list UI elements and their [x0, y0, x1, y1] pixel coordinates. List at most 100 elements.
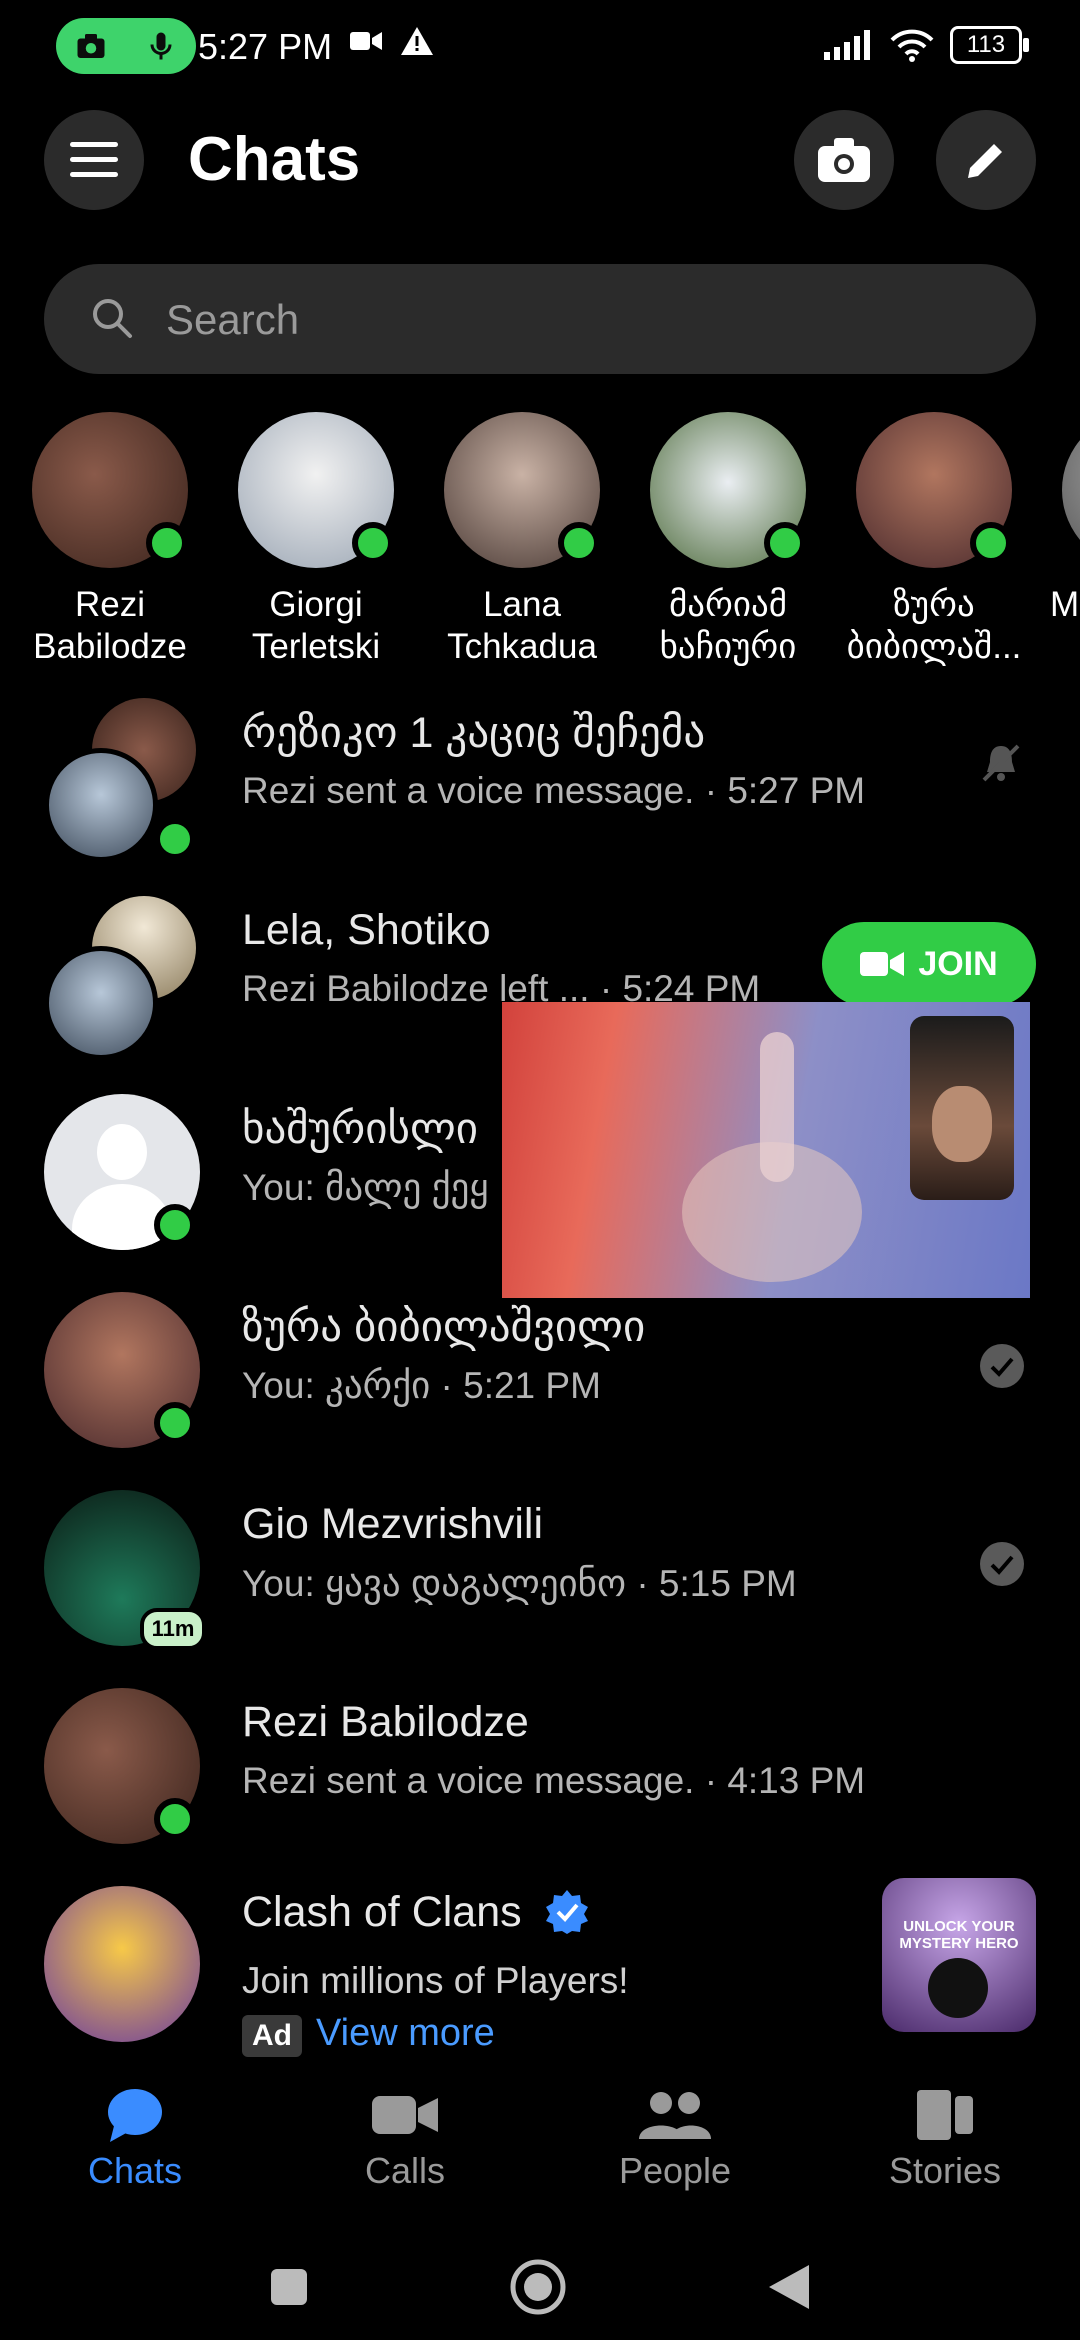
tab-calls[interactable]: Calls — [270, 2070, 540, 2210]
tab-people[interactable]: People — [540, 2070, 810, 2210]
chat-preview: You: კარქი · 5:21 PM — [242, 1365, 601, 1406]
verified-icon — [545, 1890, 588, 1934]
online-indicator — [558, 522, 600, 564]
chat-name: Gio Mezvrishvili — [242, 1500, 544, 1548]
avatar — [856, 412, 1012, 568]
active-contact[interactable]: ზურა ბიბილაშ... — [844, 412, 1024, 668]
chat-bubble-icon — [108, 2089, 162, 2142]
system-navigation-bar — [0, 2234, 1080, 2340]
active-contact[interactable]: Rezi Babilodze — [20, 412, 200, 668]
search-bar[interactable] — [44, 264, 1036, 376]
hamburger-icon — [70, 142, 118, 177]
contact-name: ზურა ბიბილაშ... — [846, 585, 1022, 666]
chat-row[interactable]: ზურა ბიბილაშვილი You: კარქი · 5:21 PM — [0, 1282, 1080, 1472]
video-call-window[interactable] — [502, 1002, 1030, 1298]
online-indicator — [154, 818, 196, 860]
microphone-icon — [150, 32, 172, 60]
ad-text: Join millions of Players! — [242, 1960, 629, 2001]
tab-label: Chats — [87, 2150, 183, 2191]
avatar — [44, 1094, 200, 1250]
seen-check-icon — [980, 1344, 1024, 1393]
chat-row[interactable]: 11m Gio Mezvrishvili You: ყავა დაგალეინო… — [0, 1480, 1080, 1670]
camera-icon — [818, 138, 870, 182]
app-header: Chats — [0, 108, 1080, 212]
avatar — [44, 1886, 200, 2042]
stories-icon — [917, 2090, 973, 2140]
recents-button[interactable] — [269, 2267, 309, 2307]
ad-thumbnail-text: UNLOCK YOUR MYSTERY HERO — [899, 1918, 1019, 1952]
join-label: JOIN — [918, 944, 998, 983]
signal-icon — [824, 30, 870, 60]
avatar: 11m — [44, 1490, 206, 1650]
ad-name: Clash of Clans — [242, 1888, 522, 1936]
chat-name: Rezi Babilodze — [242, 1698, 529, 1746]
contact-name: Rezi Babilodze — [33, 585, 187, 666]
active-contact[interactable]: Ma — [1050, 412, 1080, 626]
online-indicator — [154, 1204, 196, 1246]
online-indicator — [970, 522, 1012, 564]
chat-name: Lela, Shotiko — [242, 906, 491, 954]
tab-stories[interactable]: Stories — [810, 2070, 1080, 2210]
contact-name: Giorgi Terletski — [251, 585, 381, 666]
pencil-icon — [968, 144, 1002, 178]
camera-icon — [77, 34, 105, 58]
menu-button[interactable] — [44, 110, 144, 210]
battery-indicator: 113 — [950, 26, 1029, 64]
video-recording-icon — [350, 32, 382, 50]
people-icon — [639, 2092, 711, 2139]
new-message-button[interactable] — [936, 110, 1036, 210]
join-call-button[interactable]: JOIN — [822, 922, 1036, 1006]
chat-name: რეზიკო 1 კაციც შეჩემა — [242, 709, 706, 757]
avatar — [44, 1292, 200, 1448]
back-button[interactable] — [767, 2263, 811, 2311]
online-indicator — [764, 522, 806, 564]
ad-name-row: Clash of Clans — [242, 1888, 590, 1937]
avatar — [238, 412, 394, 568]
search-input[interactable] — [164, 264, 1008, 376]
avatar — [650, 412, 806, 568]
view-more-link[interactable]: View more — [316, 2012, 495, 2054]
sponsored-row[interactable]: Clash of Clans Join millions of Players!… — [0, 1876, 1080, 2057]
home-button[interactable] — [509, 2258, 567, 2316]
chat-preview: You: ყავა დაგალეინო · 5:15 PM — [242, 1563, 797, 1604]
wifi-icon — [890, 29, 934, 62]
group-avatar — [44, 698, 200, 862]
contact-name: მარიამ ხაჩიური — [659, 585, 797, 666]
contact-name: Ma — [1050, 585, 1080, 624]
active-contact[interactable]: Lana Tchkadua — [432, 412, 612, 668]
search-icon — [93, 299, 132, 338]
tab-label: Stories — [888, 2150, 1002, 2191]
active-time-badge: 11m — [140, 1608, 206, 1650]
contact-name: Lana Tchkadua — [447, 585, 597, 666]
avatar — [32, 412, 188, 568]
chat-name: ზურა ბიბილაშვილი — [242, 1303, 646, 1351]
warning-icon — [401, 27, 433, 55]
chat-preview: Rezi sent a voice message. · 5:27 PM — [242, 770, 866, 811]
tab-chats[interactable]: Chats — [0, 2070, 270, 2210]
group-avatar — [44, 896, 200, 1060]
avatar — [1062, 412, 1080, 568]
active-contact[interactable]: მარიამ ხაჩიური — [638, 412, 818, 668]
chat-row[interactable]: რეზიკო 1 კაციც შეჩემა Rezi sent a voice … — [0, 688, 1080, 878]
ad-meta: Ad View more — [242, 2012, 495, 2057]
tab-label: Calls — [364, 2150, 445, 2191]
tab-label: People — [618, 2150, 732, 2191]
avatar — [444, 412, 600, 568]
remote-video-hand — [760, 1032, 794, 1182]
active-contact[interactable]: Giorgi Terletski — [226, 412, 406, 668]
bottom-tab-bar: Chats Calls People Stories — [0, 2070, 1080, 2210]
online-indicator — [154, 1402, 196, 1444]
chat-row[interactable]: Rezi Babilodze Rezi sent a voice message… — [0, 1678, 1080, 1868]
chat-preview: Rezi sent a voice message. · 4:13 PM — [242, 1760, 866, 1801]
status-time: 5:27 PM — [198, 26, 333, 67]
muted-bell-icon — [978, 740, 1024, 791]
active-contacts-row: Rezi Babilodze Giorgi Terletski Lana Tch… — [0, 412, 1080, 682]
chat-name: ხაშურისლი — [242, 1105, 478, 1153]
camera-button[interactable] — [794, 110, 894, 210]
ad-thumbnail[interactable]: UNLOCK YOUR MYSTERY HERO — [882, 1878, 1036, 2032]
self-video-preview[interactable] — [910, 1016, 1014, 1200]
chat-preview: You: მალე ქეყ — [242, 1167, 489, 1208]
video-camera-icon — [372, 2096, 438, 2134]
online-indicator — [154, 1798, 196, 1840]
online-indicator — [146, 522, 188, 564]
